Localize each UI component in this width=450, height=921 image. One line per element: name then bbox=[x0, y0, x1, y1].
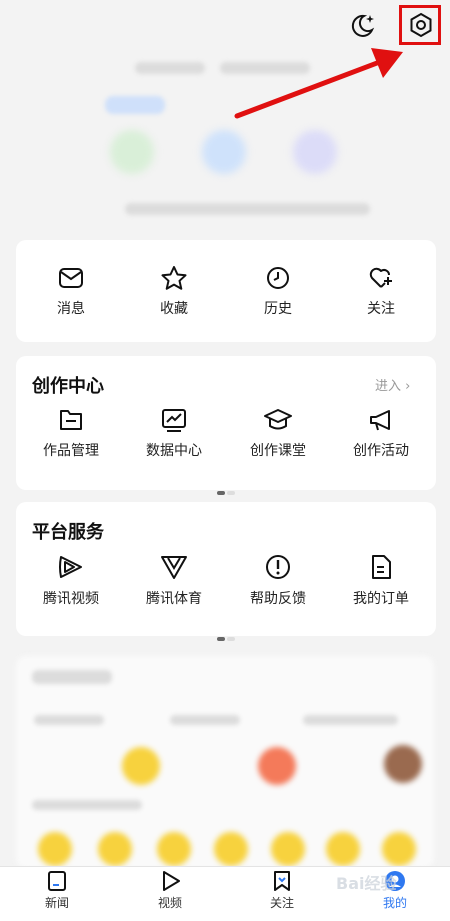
enter-label: 进入 bbox=[375, 379, 402, 394]
blurred-row-title bbox=[32, 800, 142, 810]
blurred-sticker-3 bbox=[384, 745, 422, 783]
blurred-avatar-1 bbox=[110, 130, 154, 174]
tab-news[interactable]: 新闻 bbox=[22, 870, 92, 911]
creation-item-works[interactable]: 作品管理 bbox=[21, 408, 121, 460]
blurred-avatar-2 bbox=[202, 130, 246, 174]
quick-actions-card: 消息 收藏 历史 关注 bbox=[16, 240, 436, 342]
blurred-card-2 bbox=[170, 715, 240, 725]
service-item-orders[interactable]: 我的订单 bbox=[331, 554, 431, 608]
creation-item-classroom[interactable]: 创作课堂 bbox=[228, 408, 328, 460]
creation-item-label: 创作课堂 bbox=[250, 443, 306, 459]
settings-gear-icon[interactable] bbox=[408, 12, 434, 38]
blurred-avatar-3 bbox=[293, 130, 337, 174]
megaphone-icon bbox=[370, 410, 390, 431]
blurred-emoji-5 bbox=[271, 832, 305, 866]
help-icon bbox=[266, 555, 290, 579]
quick-action-history[interactable]: 历史 bbox=[228, 266, 328, 318]
blurred-card-1 bbox=[34, 715, 104, 725]
blurred-emoji-2 bbox=[98, 832, 132, 866]
blurred-emoji-6 bbox=[326, 832, 360, 866]
tab-label: 关注 bbox=[269, 896, 294, 910]
quick-action-label: 消息 bbox=[57, 301, 85, 317]
quick-action-messages[interactable]: 消息 bbox=[21, 266, 121, 318]
blurred-userinfo bbox=[220, 62, 310, 74]
quick-action-favorites[interactable]: 收藏 bbox=[124, 266, 224, 318]
service-item-tencent-sports[interactable]: 腾讯体育 bbox=[124, 554, 224, 608]
follow-icon bbox=[274, 871, 290, 891]
blurred-card-3 bbox=[303, 715, 398, 725]
carousel-indicator bbox=[217, 626, 235, 641]
creation-item-label: 作品管理 bbox=[43, 443, 99, 459]
creation-item-label: 数据中心 bbox=[146, 443, 202, 459]
service-item-help[interactable]: 帮助反馈 bbox=[228, 554, 328, 608]
service-item-label: 腾讯体育 bbox=[146, 591, 202, 607]
creation-item-data[interactable]: 数据中心 bbox=[124, 408, 224, 460]
folder-icon bbox=[60, 410, 82, 430]
graduation-cap-icon bbox=[264, 409, 292, 430]
star-icon bbox=[161, 266, 187, 290]
blurred-username bbox=[135, 62, 205, 74]
news-icon bbox=[48, 871, 66, 891]
tencent-sports-icon bbox=[161, 556, 187, 579]
creation-item-activities[interactable]: 创作活动 bbox=[331, 408, 431, 460]
carousel-indicator bbox=[217, 480, 235, 495]
chart-icon bbox=[162, 409, 186, 432]
tencent-video-icon bbox=[59, 556, 82, 578]
creation-center-title: 创作中心 bbox=[32, 376, 104, 397]
night-mode-icon[interactable] bbox=[348, 12, 376, 40]
platform-services-card: 平台服务 腾讯视频 腾讯体育 帮助反馈 我的订单 bbox=[16, 502, 436, 641]
clock-icon bbox=[267, 267, 289, 289]
service-item-label: 腾讯视频 bbox=[43, 591, 99, 607]
blurred-emoji-3 bbox=[157, 832, 191, 866]
quick-action-follow[interactable]: 关注 bbox=[331, 266, 431, 318]
quick-action-label: 收藏 bbox=[160, 301, 188, 317]
watermark: Bai经验 bbox=[336, 874, 397, 893]
video-play-icon bbox=[163, 871, 180, 891]
heart-plus-icon bbox=[369, 267, 392, 288]
tab-follow[interactable]: 关注 bbox=[247, 870, 317, 911]
blurred-section-title bbox=[32, 670, 112, 684]
chevron-right-icon: › bbox=[405, 379, 411, 394]
blurred-emoji-4 bbox=[214, 832, 248, 866]
blurred-sticker-1 bbox=[122, 747, 160, 785]
blurred-emoji-1 bbox=[38, 832, 72, 866]
creation-item-label: 创作活动 bbox=[353, 443, 409, 459]
service-item-tencent-video[interactable]: 腾讯视频 bbox=[21, 554, 121, 608]
pointer-arrow bbox=[234, 48, 403, 119]
blurred-emoji-7 bbox=[382, 832, 416, 866]
blurred-badge bbox=[105, 96, 165, 114]
blurred-caption bbox=[125, 203, 370, 215]
tab-label: 新闻 bbox=[44, 896, 69, 910]
service-item-label: 我的订单 bbox=[353, 591, 409, 607]
service-item-label: 帮助反馈 bbox=[250, 591, 306, 607]
creation-center-enter-link[interactable]: 进入 › bbox=[375, 375, 410, 394]
quick-action-label: 历史 bbox=[264, 301, 292, 317]
tab-label: 视频 bbox=[157, 896, 182, 910]
tab-video[interactable]: 视频 bbox=[135, 870, 205, 911]
platform-services-title: 平台服务 bbox=[32, 522, 104, 543]
creation-center-card: 创作中心 进入 › 作品管理 数据中心 创作课堂 创作活动 bbox=[16, 356, 436, 495]
mail-icon bbox=[59, 268, 83, 288]
quick-action-label: 关注 bbox=[367, 301, 395, 317]
blurred-sticker-2 bbox=[258, 747, 296, 785]
order-icon bbox=[372, 555, 391, 579]
